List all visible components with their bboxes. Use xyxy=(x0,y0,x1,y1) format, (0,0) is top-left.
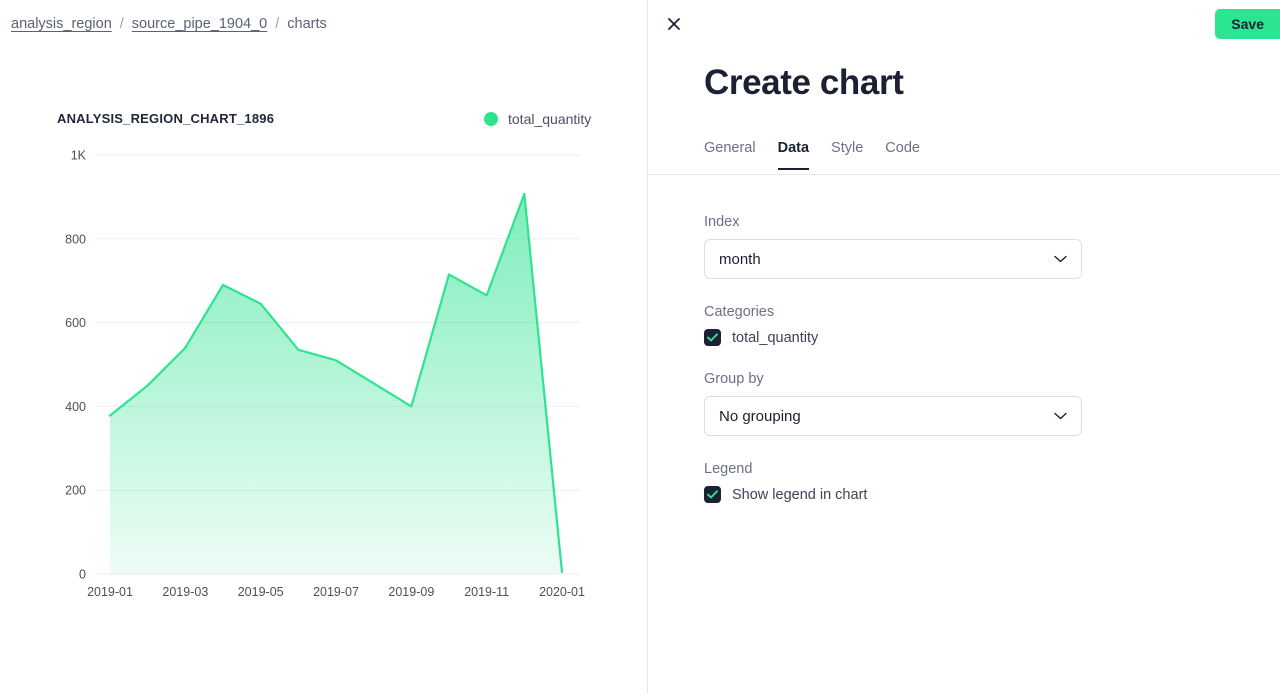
groupby-label: Group by xyxy=(704,371,1082,387)
breadcrumb-separator: / xyxy=(120,16,124,32)
save-button[interactable]: Save xyxy=(1215,9,1280,39)
data-tab-form: Index month Categories total_quantity xyxy=(704,214,1082,503)
checkbox-show-legend[interactable] xyxy=(704,486,721,503)
legend-checkbox-label: Show legend in chart xyxy=(732,487,867,503)
chart-legend: total_quantity xyxy=(484,111,591,127)
svg-text:600: 600 xyxy=(65,316,86,330)
tab-code[interactable]: Code xyxy=(885,140,920,170)
groupby-select[interactable]: No grouping xyxy=(704,396,1082,436)
svg-text:0: 0 xyxy=(79,568,86,582)
checkbox-total-quantity[interactable] xyxy=(704,329,721,346)
svg-text:2020-01: 2020-01 xyxy=(539,585,585,599)
svg-text:800: 800 xyxy=(65,232,86,246)
breadcrumb-separator: / xyxy=(275,16,279,32)
svg-text:2019-03: 2019-03 xyxy=(162,585,208,599)
svg-text:2019-07: 2019-07 xyxy=(313,585,359,599)
svg-text:2019-05: 2019-05 xyxy=(238,585,284,599)
svg-text:2019-11: 2019-11 xyxy=(464,585,509,599)
categories-label: Categories xyxy=(704,304,1082,320)
svg-text:2019-01: 2019-01 xyxy=(87,585,133,599)
app-root: analysis_region / source_pipe_1904_0 / c… xyxy=(0,0,1280,694)
breadcrumb-item-charts: charts xyxy=(287,16,327,32)
legend-label: Legend xyxy=(704,461,1082,477)
index-label: Index xyxy=(704,214,1082,230)
breadcrumb-item-source-pipe[interactable]: source_pipe_1904_0 xyxy=(132,16,267,32)
spacer xyxy=(704,436,1082,461)
category-row-total-quantity[interactable]: total_quantity xyxy=(704,329,1082,346)
create-chart-panel: Save Create chart General Data Style Cod… xyxy=(647,0,1280,694)
legend-series-label: total_quantity xyxy=(508,111,591,127)
svg-text:400: 400 xyxy=(65,400,86,414)
groupby-select-value: No grouping xyxy=(719,408,801,425)
breadcrumb: analysis_region / source_pipe_1904_0 / c… xyxy=(11,16,327,32)
chevron-down-icon xyxy=(1054,255,1067,263)
spacer xyxy=(704,346,1082,371)
svg-text:1K: 1K xyxy=(71,149,87,163)
chart-canvas: 0 200 400 600 800 1K 2019-01 2019-03 2019-05 2019… xyxy=(0,140,647,610)
panel-tabs: General Data Style Code xyxy=(704,139,920,169)
index-select-value: month xyxy=(719,251,761,268)
breadcrumb-item-analysis-region[interactable]: analysis_region xyxy=(11,16,112,32)
panel-divider xyxy=(648,174,1280,175)
chevron-down-icon xyxy=(1054,412,1067,420)
svg-text:2019-09: 2019-09 xyxy=(388,585,434,599)
panel-topbar: Save xyxy=(648,0,1280,47)
index-select[interactable]: month xyxy=(704,239,1082,279)
legend-toggle-row[interactable]: Show legend in chart xyxy=(704,486,1082,503)
spacer xyxy=(704,279,1082,304)
category-label-total-quantity: total_quantity xyxy=(732,330,818,346)
tab-style[interactable]: Style xyxy=(831,140,863,170)
close-icon[interactable] xyxy=(665,15,683,33)
chart-preview-pane: analysis_region / source_pipe_1904_0 / c… xyxy=(0,0,647,694)
svg-text:200: 200 xyxy=(65,484,86,498)
page-title: Create chart xyxy=(704,63,903,103)
legend-color-dot xyxy=(484,112,498,126)
area-chart: 0 200 400 600 800 1K 2019-01 2019-03 2019-05 2019… xyxy=(0,140,647,610)
chart-title: ANALYSIS_REGION_CHART_1896 xyxy=(57,111,274,126)
tab-data[interactable]: Data xyxy=(778,140,809,170)
tab-general[interactable]: General xyxy=(704,140,756,170)
